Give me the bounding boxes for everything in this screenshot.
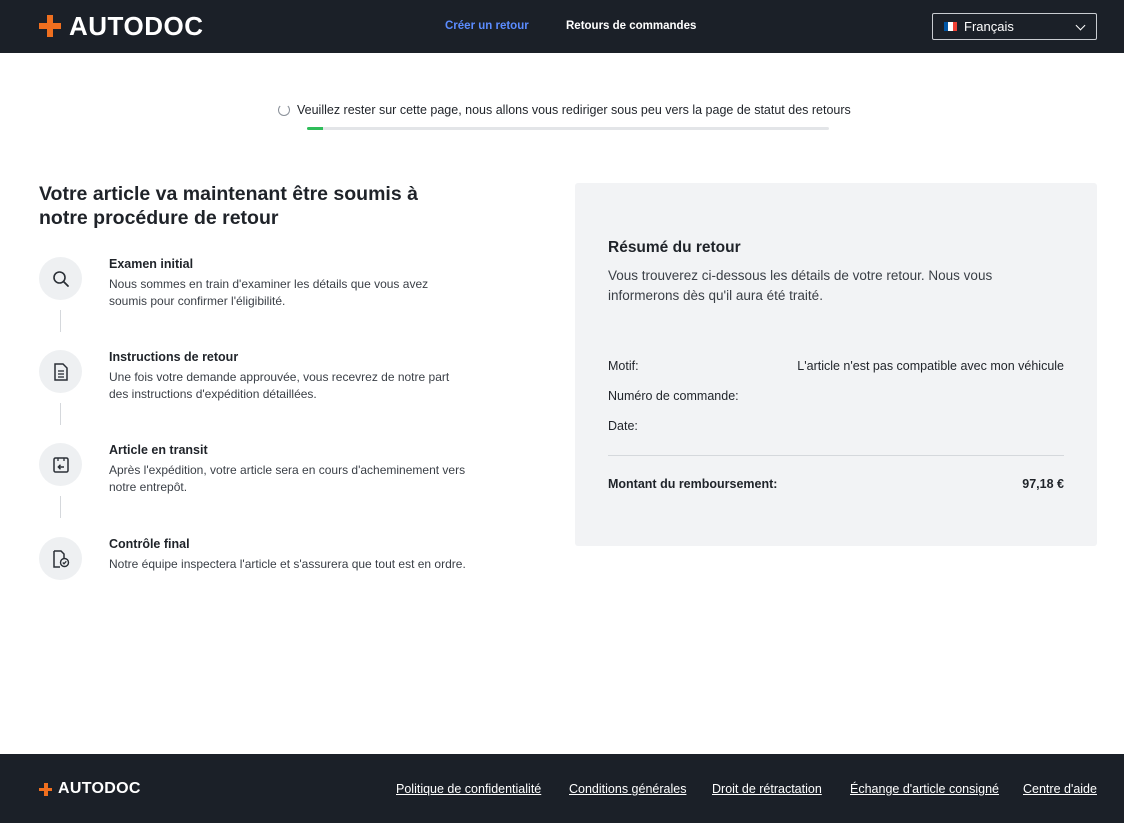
footer-link-withdrawal[interactable]: Droit de rétractation [712,782,822,796]
refund-amount-value: 97,18 € [1022,477,1064,491]
document-icon [39,350,82,393]
step-connector [60,496,61,518]
footer-logo-text: AUTODOC [58,780,141,797]
top-header: AUTODOC Créer un retour Retours de comma… [0,0,1124,53]
step-title: Article en transit [109,443,208,457]
loading-spinner-icon [278,104,290,116]
document-check-icon [39,537,82,580]
summary-divider [608,455,1064,456]
step-title: Instructions de retour [109,350,239,364]
refund-amount-label: Montant du remboursement: [608,477,778,491]
date-label: Date: [608,419,638,433]
redirect-progress-fill [307,127,323,130]
language-select[interactable]: Français [932,13,1097,40]
reason-label: Motif: [608,359,639,373]
step-description: Une fois votre demande approuvée, vous r… [109,370,450,401]
footer-link-terms[interactable]: Conditions générales [569,782,686,796]
order-number-label: Numéro de commande: [608,389,739,403]
step-description: Après l'expédition, votre article sera e… [109,463,466,494]
summary-description: Vous trouverez ci-dessous les détails de… [608,268,993,303]
footer-link-privacy[interactable]: Politique de confidentialité [396,782,541,796]
step-title: Contrôle final [109,537,190,551]
nav-create-return[interactable]: Créer un retour [445,19,529,33]
nav-order-returns[interactable]: Retours de commandes [566,19,696,33]
footer-logo[interactable]: AUTODOC [39,780,141,798]
summary-title: Résumé du retour [608,239,741,256]
language-selected: Français [964,19,1014,34]
redirect-progress-bar [307,127,829,130]
step-title: Examen initial [109,257,194,271]
chevron-down-icon [1075,20,1086,31]
step-description: Nous sommes en train d'examiner les déta… [109,277,429,308]
step-description: Notre équipe inspectera l'article et s'a… [109,557,466,571]
footer-link-deposit-exchange[interactable]: Échange d'article consigné [850,782,999,796]
redirect-message: Veuillez rester sur cette page, nous all… [297,103,851,117]
reason-value: L'article n'est pas compatible avec mon … [797,359,1064,373]
france-flag-icon [944,22,957,31]
page-footer: AUTODOC Politique de confidentialité Con… [0,754,1124,823]
redirect-notice: Veuillez rester sur cette page, nous all… [278,103,851,117]
return-summary-card: Résumé du retour Vous trouverez ci-desso… [575,183,1097,546]
autodoc-cross-icon [39,15,61,37]
autodoc-cross-icon [39,782,52,796]
step-connector [60,403,61,425]
autodoc-logo[interactable]: AUTODOC [39,11,204,41]
package-return-icon [39,443,82,486]
procedure-title: Votre article va maintenant être soumis … [39,183,418,229]
logo-text: AUTODOC [69,11,204,41]
search-icon [39,257,82,300]
step-connector [60,310,61,332]
footer-link-help-center[interactable]: Centre d'aide [1023,782,1097,796]
